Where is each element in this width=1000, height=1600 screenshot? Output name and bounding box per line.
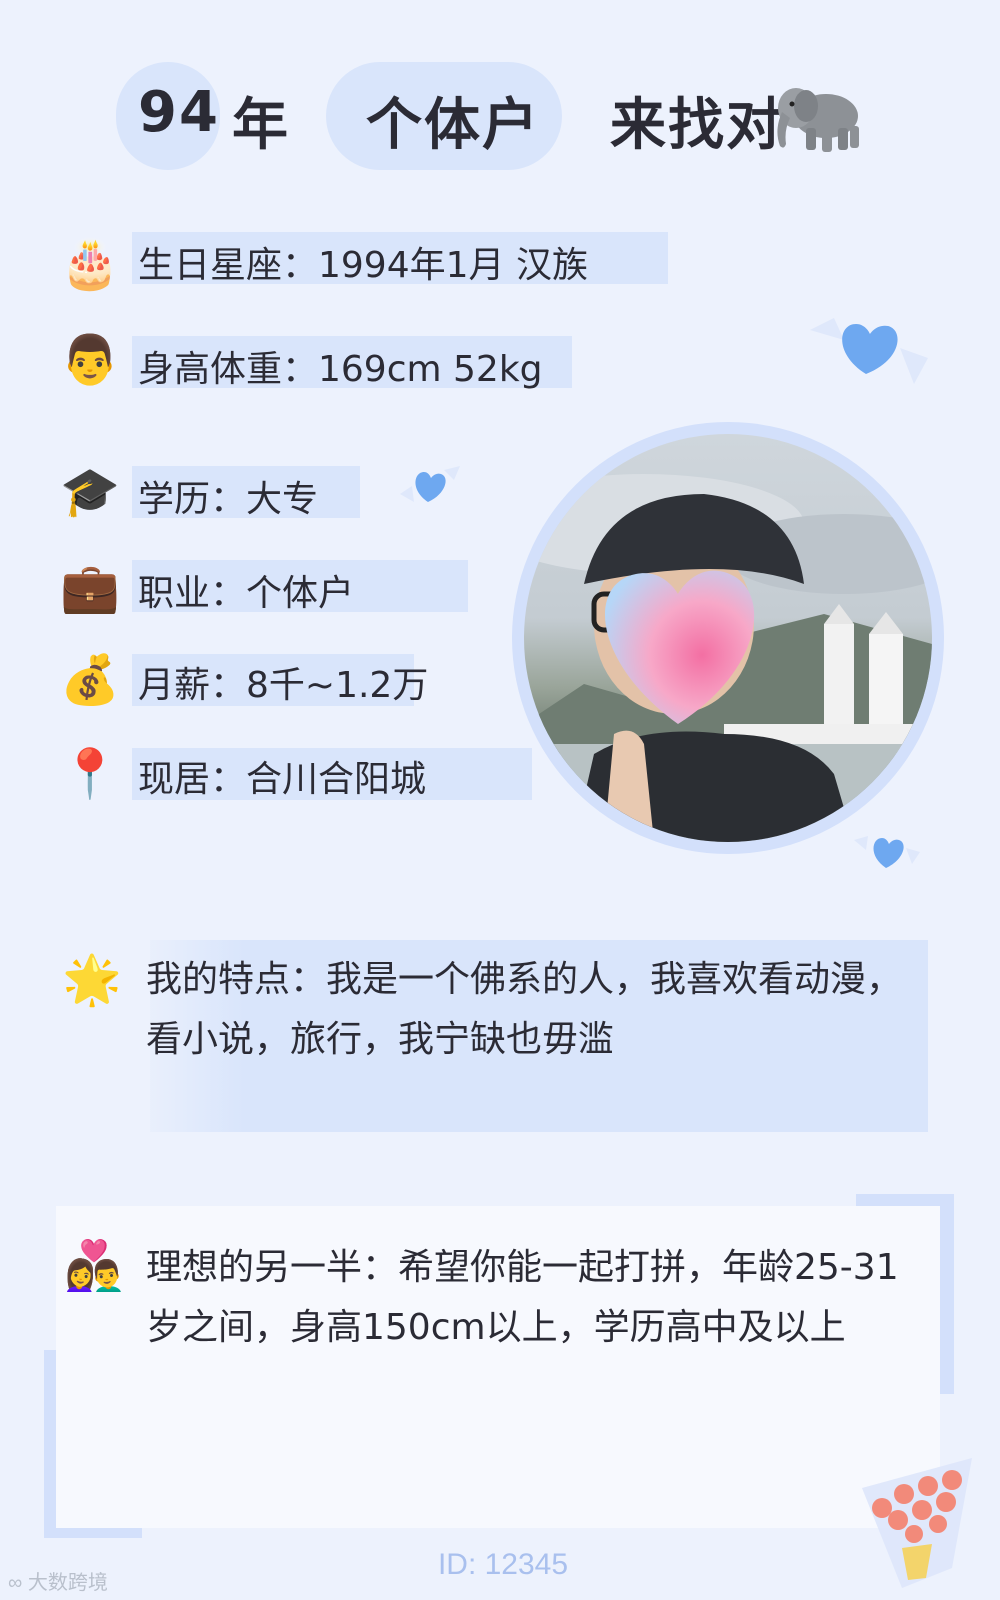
small-heart-icon [852,830,922,874]
watermark: ∞ 大数跨境 [8,1572,108,1594]
features-text: 我的特点：我是一个佛系的人，我喜欢看动漫，看小说，旅行，我宁缺也毋滥 [146,959,903,1060]
ideal-text: 理想的另一半：希望你能一起打拼，年龄25-31岁之间，身高150cm以上，学历高… [146,1247,899,1348]
info-birthday: 生日星座：1994年1月 汉族 [138,245,588,286]
winged-heart-icon [804,310,934,390]
small-heart-icon [398,464,464,508]
header-year: 94 [138,80,220,145]
info-residence: 现居：合川合阳城 [138,759,427,800]
graduation-cap-icon: 🎓 [60,464,120,520]
birthday-cake-icon: 🎂 [60,236,120,292]
bouquet-icon [842,1448,992,1598]
money-bag-icon: 💰 [60,652,120,708]
location-pin-icon: 📍 [60,746,120,802]
header-occupation: 个体户 [366,93,540,158]
watermark-logo-icon: ∞ [8,1572,28,1594]
briefcase-icon: 💼 [60,560,120,616]
star-icon: 🌟 [62,952,122,1008]
couple-heart-icon: 👩‍❤️‍👨 [64,1238,124,1294]
man-face-icon: 👨 [60,332,120,388]
info-salary: 月薪：8千~1.2万 [138,665,429,706]
header-seeking: 来找对 [610,93,784,158]
info-occupation: 职业：个体户 [138,573,355,614]
info-education: 学历：大专 [138,479,319,520]
elephant-icon [772,76,866,156]
info-height-weight: 身高体重：169cm 52kg [138,349,543,390]
avatar-photo [524,434,932,842]
profile-id: ID: 12345 [437,1548,569,1581]
header-year-suffix: 年 [232,93,290,158]
